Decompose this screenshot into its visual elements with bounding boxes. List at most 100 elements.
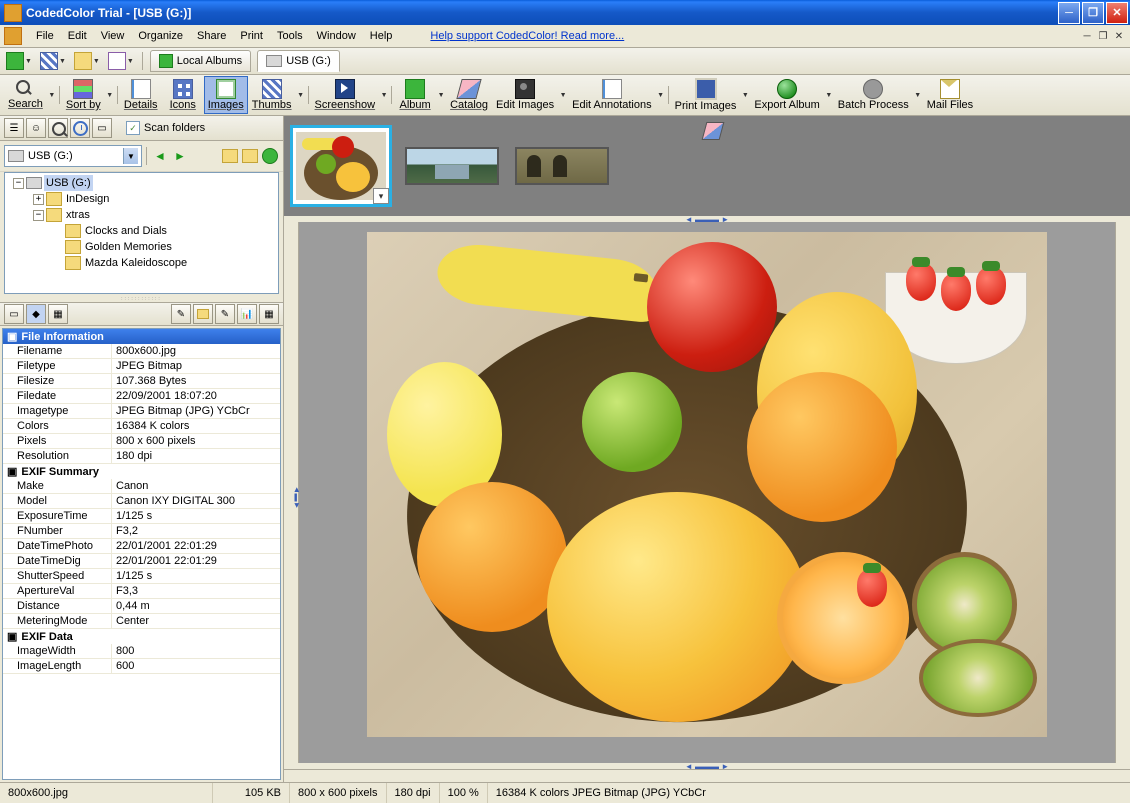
property-row[interactable]: ImageLength600 [3,659,280,674]
collapse-icon[interactable]: ▣ [7,630,17,643]
tree-node-root[interactable]: USB (G:) [44,175,93,191]
maximize-button[interactable]: ❐ [1082,2,1104,24]
view-details-button[interactable]: Details [120,76,162,114]
drive-combo-dropdown[interactable]: ▼ [123,148,138,164]
properties-grid[interactable]: ▣File Information Filename800x600.jpgFil… [2,328,281,780]
print-images-button[interactable]: Print Images [671,76,741,114]
catalog-button[interactable]: Catalog [446,76,492,114]
tag-icon[interactable] [702,122,725,140]
collapse-icon[interactable]: ▣ [7,330,17,343]
tree-node-mazda[interactable]: Mazda Kaleidoscope [83,255,189,271]
tree-node-indesign[interactable]: InDesign [64,191,111,207]
nav-forward-button[interactable]: ► [171,147,189,165]
property-row[interactable]: DateTimeDig22/01/2001 22:01:29 [3,554,280,569]
thumbs-dropdown[interactable]: ▼ [296,75,306,115]
export-album-button[interactable]: Export Album [750,76,823,114]
menu-print[interactable]: Print [234,28,269,44]
open-folder-button[interactable]: ▼ [72,50,102,72]
props-tab-histo-icon[interactable]: ▦ [48,304,68,324]
screenshow-dropdown[interactable]: ▼ [379,75,389,115]
property-row[interactable]: FiletypeJPEG Bitmap [3,359,280,374]
props-tab-exif-icon[interactable]: ◆ [26,304,46,324]
refresh-button[interactable] [261,147,279,165]
props-edit-icon[interactable]: ✎ [215,304,235,324]
props-grid-icon[interactable]: ▦ [259,304,279,324]
thumbnail-strip[interactable] [284,116,1130,216]
tree-node-xtras[interactable]: xtras [64,207,92,223]
property-row[interactable]: FNumberF3,2 [3,524,280,539]
section-file-info[interactable]: ▣File Information [3,329,280,344]
thumbnail[interactable] [512,144,612,188]
property-row[interactable]: Distance0,44 m [3,599,280,614]
new-button[interactable]: ▼ [4,50,34,72]
nav-back-button[interactable]: ◄ [151,147,169,165]
edit-annotations-button[interactable]: Edit Annotations [568,76,656,114]
album-button[interactable]: Album [394,76,436,114]
menu-help[interactable]: Help [364,28,399,44]
search-button[interactable]: Search [4,76,47,114]
menu-tools[interactable]: Tools [271,28,309,44]
expand-toggle[interactable]: + [33,194,44,205]
property-row[interactable]: Resolution180 dpi [3,449,280,464]
batch-process-button[interactable]: Batch Process [834,76,913,114]
album-dropdown[interactable]: ▼ [436,75,446,115]
image-mode-button[interactable]: ▼ [106,50,136,72]
edit-images-button[interactable]: Edit Images [492,76,558,114]
minimize-button[interactable]: ─ [1058,2,1080,24]
menu-organize[interactable]: Organize [132,28,189,44]
mdi-close-button[interactable]: ✕ [1112,29,1126,43]
tab-clock-icon[interactable] [70,118,90,138]
mail-files-button[interactable]: Mail Files [923,76,977,114]
property-row[interactable]: ImagetypeJPEG Bitmap (JPG) YCbCr [3,404,280,419]
property-row[interactable]: MeteringModeCenter [3,614,280,629]
view-images-button[interactable]: Images [204,76,248,114]
thumbnail-selected[interactable] [290,125,392,207]
props-write-icon[interactable]: ✎ [171,304,191,324]
section-exif-summary[interactable]: ▣EXIF Summary [3,464,280,479]
expand-toggle[interactable]: − [33,210,44,221]
tab-local-albums[interactable]: Local Albums [150,50,251,72]
tab-browser-icon[interactable]: ▭ [92,118,112,138]
image-preview[interactable] [299,222,1115,763]
props-chart-icon[interactable]: 📊 [237,304,257,324]
folder-tree[interactable]: − USB (G:) + InDesign − xtras Clocks and Di… [4,172,279,294]
sortby-button[interactable]: Sort by [62,76,105,114]
property-row[interactable]: Filedate22/09/2001 18:07:20 [3,389,280,404]
property-row[interactable]: Pixels800 x 600 pixels [3,434,280,449]
export-dropdown[interactable]: ▼ [824,75,834,115]
property-row[interactable]: Colors16384 K colors [3,419,280,434]
tab-tree-icon[interactable]: ☰ [4,118,24,138]
edit-images-dropdown[interactable]: ▼ [558,75,568,115]
mdi-minimize-button[interactable]: ─ [1080,29,1094,43]
section-exif-data[interactable]: ▣EXIF Data [3,629,280,644]
property-row[interactable]: ApertureValF3,3 [3,584,280,599]
sortby-dropdown[interactable]: ▼ [105,75,115,115]
thumbnail[interactable] [402,144,502,188]
property-row[interactable]: DateTimePhoto22/01/2001 22:01:29 [3,539,280,554]
tab-search-icon[interactable] [48,118,68,138]
property-row[interactable]: ImageWidth800 [3,644,280,659]
new-folder-button[interactable] [241,147,259,165]
edit-annotations-dropdown[interactable]: ▼ [656,75,666,115]
props-folder-icon[interactable] [193,304,213,324]
menu-share[interactable]: Share [191,28,232,44]
screenshow-button[interactable]: Screenshow [311,76,380,114]
property-row[interactable]: Filename800x600.jpg [3,344,280,359]
drive-combo[interactable]: USB (G:) ▼ [4,145,142,167]
menu-view[interactable]: View [95,28,131,44]
batch-dropdown[interactable]: ▼ [913,75,923,115]
property-row[interactable]: ShutterSpeed1/125 s [3,569,280,584]
search-dropdown[interactable]: ▼ [47,75,57,115]
property-row[interactable]: ExposureTime1/125 s [3,509,280,524]
tree-node-clocks[interactable]: Clocks and Dials [83,223,169,239]
menu-edit[interactable]: Edit [62,28,93,44]
close-button[interactable]: ✕ [1106,2,1128,24]
print-dropdown[interactable]: ▼ [740,75,750,115]
collapse-icon[interactable]: ▣ [7,465,17,478]
view-thumbs-button[interactable]: Thumbs [248,76,296,114]
view-icons-button[interactable]: Icons [162,76,204,114]
property-row[interactable]: ModelCanon IXY DIGITAL 300 [3,494,280,509]
scan-folders-checkbox[interactable]: ✓ [126,121,140,135]
donate-link[interactable]: Help support CodedColor! Read more... [430,30,624,42]
expand-toggle[interactable]: − [13,178,24,189]
